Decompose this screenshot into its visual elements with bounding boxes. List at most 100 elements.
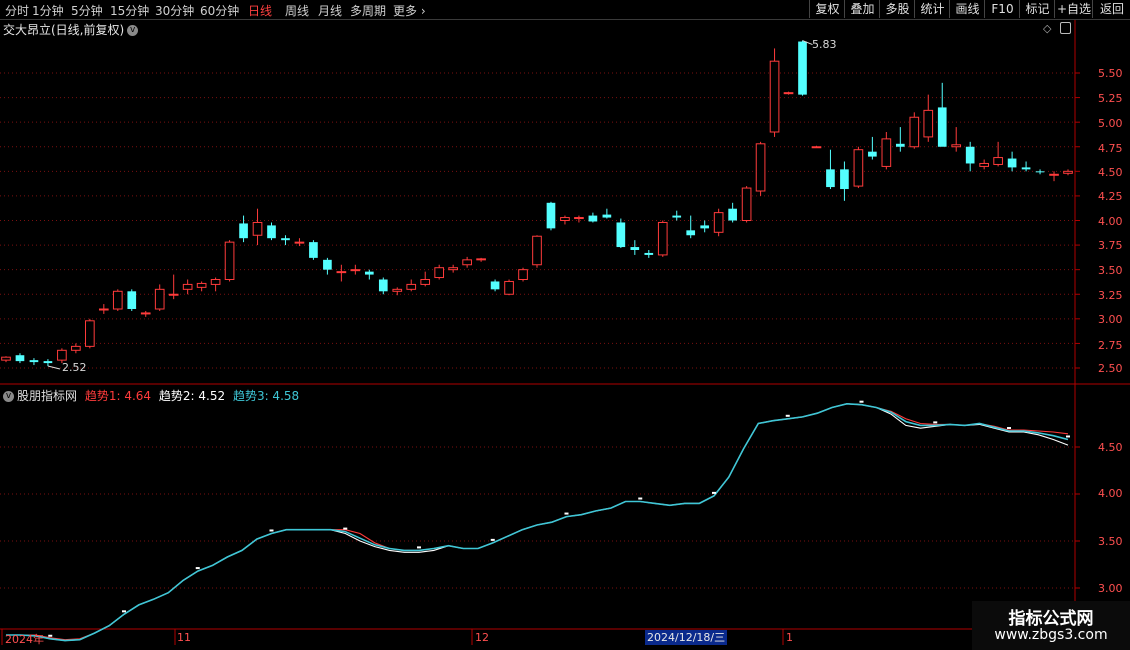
candle-body (532, 235, 542, 266)
low-price-label: 2.52 (62, 361, 87, 374)
candle (43, 359, 53, 367)
candle-body (154, 288, 165, 310)
y-tick-label: 3.25 (1098, 289, 1123, 302)
candle-body (294, 241, 305, 244)
candle (112, 289, 123, 311)
indicator-y-tick: 4.50 (1098, 441, 1123, 454)
candle-body (239, 223, 248, 239)
candle (85, 318, 95, 349)
candle-body (1021, 167, 1031, 170)
candle (686, 215, 696, 239)
candle (783, 91, 794, 95)
candle-body (811, 146, 822, 149)
candle-body (741, 187, 752, 222)
candle-body (546, 202, 556, 229)
candle (434, 264, 445, 280)
diamond-icon[interactable]: ◇ (1043, 22, 1051, 35)
indicator-line (6, 403, 1069, 642)
indicator-marker (195, 567, 200, 570)
candle (755, 141, 766, 196)
indicator-marker (122, 610, 126, 613)
candle-body (644, 252, 654, 255)
indicator-name: 股朋指标网 (17, 389, 78, 403)
candle (993, 141, 1003, 167)
candle-body (826, 169, 835, 188)
candle-body (588, 215, 598, 222)
high-price-label: 5.83 (812, 38, 837, 51)
candle (71, 343, 81, 354)
candle-body (840, 169, 849, 190)
candle (1007, 151, 1017, 172)
candle (895, 127, 905, 152)
candle-body (29, 360, 39, 363)
candle-body (1007, 158, 1017, 168)
candle-body (350, 269, 361, 272)
candle-body (267, 225, 276, 239)
candle-body (616, 222, 626, 248)
indicator-marker (564, 512, 569, 515)
chevron-down-icon[interactable]: v (3, 391, 14, 402)
candle (728, 202, 737, 223)
candle-body (462, 259, 472, 266)
candle-body (1063, 170, 1073, 174)
kline-chart[interactable] (0, 0, 1130, 650)
candle-body (210, 279, 221, 285)
main-chart-title: 交大昂立(日线,前复权) v (3, 21, 139, 38)
x-tick-label: 1 (786, 631, 793, 644)
y-tick-label: 2.75 (1098, 339, 1123, 352)
y-tick-label: 5.25 (1098, 92, 1123, 105)
candle (518, 267, 528, 282)
candle (490, 279, 500, 292)
chevron-down-icon[interactable]: v (127, 25, 139, 36)
candle-body (965, 146, 975, 164)
indicator-marker (933, 421, 938, 424)
watermark-url: www.zbgs3.com (994, 627, 1108, 643)
candle (868, 136, 877, 160)
candle (182, 279, 193, 295)
candle-body (657, 221, 668, 256)
candle (826, 149, 835, 190)
candle-body (868, 151, 877, 157)
candle-body (323, 259, 332, 270)
candle-body (252, 221, 263, 236)
indicator-header: v 股朋指标网 趋势1: 4.64 趋势2: 4.52 趋势3: 4.58 (3, 387, 299, 404)
candle-body (602, 214, 612, 218)
panel-toggle-icon[interactable] (1060, 22, 1071, 34)
candle-body (140, 312, 151, 315)
x-tick-label: 12 (475, 631, 489, 644)
candle-body (895, 143, 905, 147)
candle-body (686, 230, 696, 236)
candle (923, 94, 934, 142)
indicator-marker (638, 497, 643, 500)
candle (406, 279, 417, 292)
candle (224, 240, 235, 282)
candle (350, 264, 361, 275)
candle-body (434, 267, 445, 279)
low-marker-arrow (47, 365, 61, 370)
candle-body (979, 162, 989, 167)
y-tick-label: 2.50 (1098, 362, 1123, 375)
y-tick-label: 4.75 (1098, 142, 1123, 155)
candle (798, 40, 807, 96)
candle (1, 356, 11, 363)
candle (1049, 171, 1059, 182)
candle (127, 289, 137, 311)
candle-body (798, 41, 807, 95)
indicator-marker (712, 491, 716, 494)
candle (713, 208, 724, 237)
candle (644, 250, 654, 258)
indicator-marker (859, 400, 864, 403)
candle (154, 284, 165, 311)
y-tick-label: 5.50 (1098, 67, 1123, 80)
y-tick-label: 3.50 (1098, 264, 1123, 277)
y-tick-label: 5.00 (1098, 117, 1123, 130)
candle (1063, 169, 1073, 176)
candle (267, 222, 276, 241)
candle (29, 358, 39, 366)
candle (281, 235, 290, 246)
y-tick-label: 4.25 (1098, 190, 1123, 203)
candle-body (909, 116, 920, 148)
candle-body (85, 320, 95, 347)
candle (1035, 169, 1045, 175)
candle-body (755, 143, 766, 192)
